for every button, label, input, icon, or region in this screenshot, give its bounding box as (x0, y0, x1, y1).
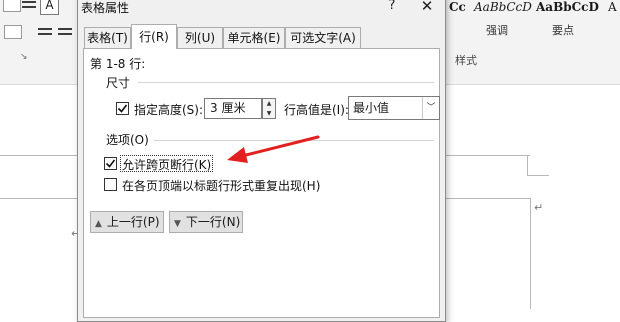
close-button[interactable]: ✕ (415, 0, 439, 15)
row-range-label: 第 1-8 行: (90, 57, 146, 71)
style-name-emphasis: 强调 (486, 24, 508, 37)
table-properties-dialog: 表格属性 ? ✕ 表格(T) 行(R) 列(U) 单元格(E) 可选文字(A) … (77, 0, 446, 322)
font-dialog-launcher[interactable]: ↘ (20, 52, 28, 62)
margin-guide-right (527, 175, 549, 176)
style-sample-emphasis[interactable]: AaBbCcD (474, 0, 532, 14)
dialog-title: 表格属性 (81, 1, 130, 15)
align-left-icon[interactable] (36, 25, 54, 39)
previous-row-button[interactable]: ▲ 上一行(P) (90, 211, 164, 233)
previous-row-label: 上一行(P) (106, 215, 160, 229)
height-input[interactable]: 3 厘米 (204, 98, 262, 119)
help-button[interactable]: ? (383, 0, 401, 13)
row-height-is-label: 行高值是(I): (284, 103, 349, 117)
row-height-rule-value: 最小值 (353, 101, 390, 115)
specify-height-label: 指定高度(S): (134, 103, 204, 117)
character-border-button[interactable]: A (40, 0, 59, 15)
table-border-right (530, 198, 531, 309)
paragraph-icon[interactable] (4, 25, 22, 39)
allow-row-break-label: 允许跨页断行(K) (122, 158, 212, 172)
next-row-label: 下一行(N) (185, 215, 241, 229)
options-section-label: 选项(O) (106, 133, 149, 147)
format-icon[interactable] (3, 0, 21, 12)
height-spinner[interactable]: ▲ ▼ (262, 98, 276, 119)
next-row-button[interactable]: ▼ 下一行(N) (169, 211, 243, 233)
arrow-down-icon: ▼ (174, 219, 181, 229)
chevron-down-icon[interactable]: ﹀ (422, 97, 439, 119)
bullet-list-icon[interactable] (20, 0, 38, 12)
row-height-rule-select[interactable]: 最小值 ﹀ (348, 96, 440, 120)
spin-down-icon[interactable]: ▼ (263, 109, 275, 118)
size-section-label: 尺寸 (106, 76, 131, 90)
options-separator (154, 140, 434, 141)
styles-group-label: 样式 (455, 54, 477, 67)
align-center-icon[interactable] (56, 25, 74, 39)
tab-table[interactable]: 表格(T) (84, 27, 131, 48)
tab-alt-text[interactable]: 可选文字(A) (285, 27, 361, 48)
paragraph-mark: ↵ (534, 201, 544, 214)
tab-column[interactable]: 列(U) (177, 27, 223, 48)
row-tab-panel: 第 1-8 行: 尺寸 指定高度(S): 3 厘米 ▲ ▼ 行高值是(I): 最… (83, 48, 440, 318)
table-border-right-upper (527, 155, 528, 175)
style-sample-cut[interactable]: A (608, 0, 617, 14)
spin-up-icon[interactable]: ▲ (263, 99, 275, 108)
repeat-header-label: 在各页顶端以标题行形式重复出现(H) (122, 179, 321, 193)
style-sample-partial[interactable]: Cc (449, 0, 466, 14)
size-separator (138, 82, 434, 83)
style-name-strong: 要点 (552, 24, 574, 37)
tab-cell[interactable]: 单元格(E) (223, 27, 285, 48)
allow-row-break-checkbox[interactable] (104, 157, 117, 170)
tab-row[interactable]: 行(R) (131, 24, 177, 49)
style-sample-strong[interactable]: AaBbCcD (536, 0, 599, 14)
arrow-up-icon: ▲ (95, 219, 102, 229)
repeat-header-checkbox[interactable] (104, 178, 117, 191)
specify-height-checkbox[interactable] (116, 102, 129, 115)
